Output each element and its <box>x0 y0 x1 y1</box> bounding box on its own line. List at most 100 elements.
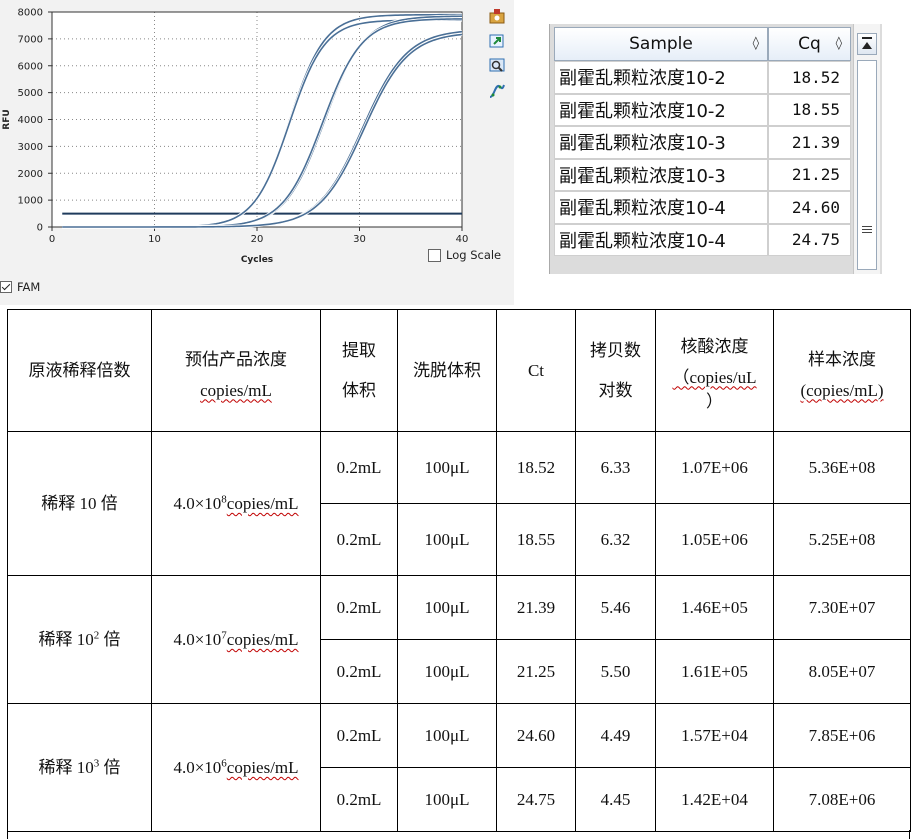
y-tick-label: 4000 <box>18 115 43 126</box>
grid-row[interactable]: 副霍乱颗粒浓度10-3 21.25 <box>554 158 851 191</box>
sample-cell: 副霍乱颗粒浓度10-2 <box>554 61 768 94</box>
fam-channel-toggle[interactable]: FAM <box>0 280 40 294</box>
y-tick-label: 0 <box>37 223 43 234</box>
cq-cell: 24.75 <box>768 223 851 256</box>
dilution-cell: 稀释 103 倍 <box>7 703 152 832</box>
table-continuation <box>7 830 910 839</box>
scroll-top-icon[interactable] <box>857 33 877 55</box>
copy-log-cell: 4.45 <box>575 767 656 832</box>
grip-icon <box>862 226 872 235</box>
dilution-cell: 稀释 102 倍 <box>7 575 152 704</box>
ct-cell: 24.75 <box>496 767 576 832</box>
table-row: 稀释 102 倍 4.0×107copies/mL 0.2mL 100μL 21.39 5… <box>7 575 911 704</box>
grid-row[interactable]: 副霍乱颗粒浓度10-2 18.55 <box>554 93 851 126</box>
x-tick-label: 0 <box>49 234 55 245</box>
x-tick-label: 20 <box>251 234 264 245</box>
copy-log-cell: 5.50 <box>575 639 656 704</box>
fam-label: FAM <box>17 280 41 294</box>
ct-cell: 24.60 <box>496 703 576 768</box>
log-scale-label: Log Scale <box>446 248 502 262</box>
cq-cell: 24.60 <box>768 191 851 224</box>
x-axis-title: Cycles <box>241 255 273 265</box>
y-tick-label: 3000 <box>18 142 43 153</box>
nucleic-concentration-cell: 1.05E+06 <box>655 503 774 576</box>
header-row: 原液稀释倍数 预估产品浓度 copies/mL 提取 体积 洗脱体积 Ct 拷贝数对… <box>7 309 911 432</box>
nucleic-concentration-cell: 1.57E+04 <box>655 703 774 768</box>
cq-column-header[interactable]: Cq ◊ <box>768 27 851 61</box>
dilution-cell: 稀释 10 倍 <box>7 431 152 576</box>
grid-row[interactable]: 副霍乱颗粒浓度10-3 21.39 <box>554 126 851 159</box>
ct-cell: 21.39 <box>496 575 576 640</box>
grid-row[interactable]: 副霍乱颗粒浓度10-2 18.52 <box>554 61 851 94</box>
estimated-concentration-cell: 4.0×106copies/mL <box>151 703 321 832</box>
export-icon[interactable] <box>487 31 507 51</box>
cq-cell: 21.39 <box>768 126 851 159</box>
grid-scrollbar[interactable] <box>853 24 880 274</box>
y-tick-label: 5000 <box>18 88 43 99</box>
y-tick-label: 1000 <box>18 196 43 207</box>
chart-toolbar <box>485 6 509 106</box>
copy-log-cell: 4.49 <box>575 703 656 768</box>
nucleic-concentration-cell: 1.07E+06 <box>655 431 774 504</box>
estimated-concentration-cell: 4.0×108copies/mL <box>151 431 321 576</box>
results-table: 原液稀释倍数 预估产品浓度 copies/mL 提取 体积 洗脱体积 Ct 拷贝数对… <box>7 309 911 832</box>
sample-concentration-cell: 5.36E+08 <box>773 431 911 504</box>
sample-cell: 副霍乱颗粒浓度10-4 <box>554 191 768 224</box>
extract-volume-cell: 0.2mL <box>320 503 398 576</box>
sort-icon: ◊ <box>752 36 759 51</box>
copy-log-cell: 6.33 <box>575 431 656 504</box>
sort-icon: ◊ <box>835 36 842 51</box>
x-tick-label: 30 <box>353 234 366 245</box>
log-scale-toggle[interactable]: Log Scale <box>428 248 501 262</box>
settings-icon[interactable] <box>487 6 507 26</box>
sample-concentration-cell: 7.85E+06 <box>773 703 911 768</box>
sample-concentration-cell: 5.25E+08 <box>773 503 911 576</box>
y-axis-title: RFU <box>2 109 12 129</box>
x-tick-label: 40 <box>456 234 469 245</box>
sample-concentration-header: 样本浓度 (copies/mL) <box>773 309 911 432</box>
cq-cell: 21.25 <box>768 158 851 191</box>
extract-volume-cell: 0.2mL <box>320 639 398 704</box>
nucleic-concentration-header: 核酸浓度 （copies/uL） <box>655 309 774 432</box>
ct-cell: 18.52 <box>496 431 576 504</box>
elution-volume-cell: 100μL <box>397 431 497 504</box>
sample-cell: 副霍乱颗粒浓度10-3 <box>554 126 768 159</box>
sample-concentration-cell: 7.30E+07 <box>773 575 911 640</box>
elution-volume-cell: 100μL <box>397 575 497 640</box>
curve-icon[interactable] <box>487 81 507 101</box>
elution-volume-cell: 100μL <box>397 703 497 768</box>
amplification-panel: 0 10 20 30 40 0 1000 2000 3000 4000 5000 6000 7000 80… <box>0 0 514 305</box>
extract-volume-cell: 0.2mL <box>320 431 398 504</box>
sample-column-header[interactable]: Sample ◊ <box>554 27 768 61</box>
sample-cell: 副霍乱颗粒浓度10-3 <box>554 158 768 191</box>
elution-volume-cell: 100μL <box>397 639 497 704</box>
copy-log-header: 拷贝数 对数 <box>575 309 656 432</box>
grid-body: 副霍乱颗粒浓度10-2 18.52 副霍乱颗粒浓度10-2 18.55 副霍乱颗… <box>554 61 851 256</box>
scroll-thumb[interactable] <box>857 60 877 270</box>
ct-cell: 18.55 <box>496 503 576 576</box>
extract-volume-cell: 0.2mL <box>320 703 398 768</box>
fam-checkbox[interactable] <box>0 281 12 293</box>
dilution-header: 原液稀释倍数 <box>7 309 152 432</box>
elution-volume-cell: 100μL <box>397 503 497 576</box>
x-tick-label: 10 <box>148 234 161 245</box>
estimated-concentration-cell: 4.0×107copies/mL <box>151 575 321 704</box>
copy-log-cell: 5.46 <box>575 575 656 640</box>
nucleic-concentration-cell: 1.46E+05 <box>655 575 774 640</box>
grid-row[interactable]: 副霍乱颗粒浓度10-4 24.75 <box>554 223 851 256</box>
extract-volume-header: 提取 体积 <box>320 309 398 432</box>
y-tick-label: 2000 <box>18 169 43 180</box>
sample-concentration-cell: 7.08E+06 <box>773 767 911 832</box>
log-scale-checkbox[interactable] <box>428 248 441 262</box>
zoom-icon[interactable] <box>487 56 507 76</box>
nucleic-concentration-cell: 1.61E+05 <box>655 639 774 704</box>
ct-cell: 21.25 <box>496 639 576 704</box>
extract-volume-cell: 0.2mL <box>320 767 398 832</box>
grid-row[interactable]: 副霍乱颗粒浓度10-4 24.60 <box>554 191 851 224</box>
sample-cell: 副霍乱颗粒浓度10-4 <box>554 223 768 256</box>
sample-cq-grid: Sample ◊ Cq ◊ 副霍乱颗粒浓度10-2 18.52 副霍乱颗粒浓度1… <box>549 24 882 274</box>
sample-cell: 副霍乱颗粒浓度10-2 <box>554 93 768 126</box>
cq-cell: 18.55 <box>768 93 851 126</box>
copy-log-cell: 6.32 <box>575 503 656 576</box>
estimated-concentration-header: 预估产品浓度 copies/mL <box>151 309 321 432</box>
